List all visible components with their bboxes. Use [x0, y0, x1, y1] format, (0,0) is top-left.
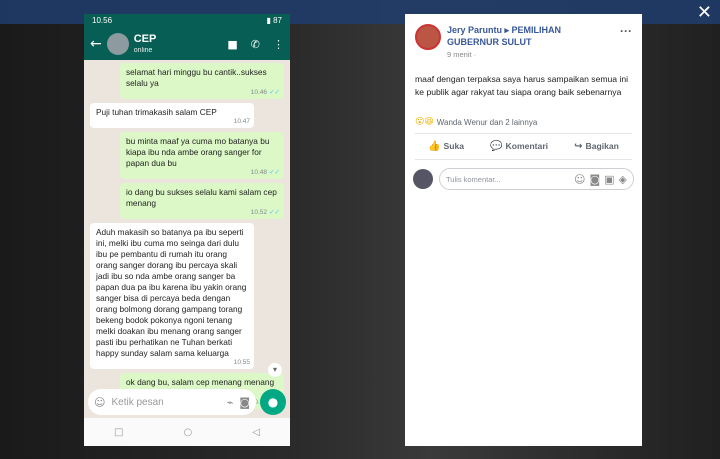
post-timestamp[interactable]: 9 menit · [447, 50, 614, 59]
message-text: bu minta maaf ya cuma mo batanya bu kiap… [126, 136, 270, 168]
message-bubble[interactable]: selamat hari minggu bu cantik..sukses se… [120, 63, 284, 99]
post-body: maaf dengan terpaksa saya harus sampaika… [415, 74, 629, 97]
viewer-avatar [413, 169, 433, 189]
share-button[interactable]: ↪ Bagikan [574, 141, 619, 152]
facebook-post: Jery Paruntu ▸ PEMILIHAN GUBERNUR SULUT … [405, 14, 642, 446]
avatar[interactable] [106, 33, 129, 55]
emoji-icon[interactable]: ☺ [94, 396, 105, 409]
message-input-placeholder[interactable]: Ketik pesan [111, 397, 220, 408]
comment-input-placeholder[interactable]: Tulis komentar... [446, 175, 570, 184]
chat-header: ← CEP online ■ ✆ ⋮ [84, 28, 290, 60]
gif-icon[interactable]: ▣ [604, 173, 614, 186]
home-icon[interactable]: ○ [184, 427, 193, 438]
like-label: Suka [443, 141, 465, 151]
message-time: 10.46 [251, 87, 280, 98]
status-battery: ▮ 87 [266, 16, 282, 25]
status-time: 10.56 [92, 16, 113, 25]
message-input[interactable]: ☺ Ketik pesan ⌁ ◙ [88, 389, 256, 415]
comment-button[interactable]: 💬 Komentari [490, 141, 548, 152]
android-nav-bar: □ ○ ◁ [84, 418, 290, 446]
post-actions: 👍 Suka 💬 Komentari ↪ Bagikan [415, 134, 632, 160]
emoji-icon[interactable]: ☺ [574, 173, 585, 186]
scroll-down-icon[interactable]: ▾ [268, 363, 282, 377]
back-nav-icon[interactable]: ◁ [252, 427, 260, 438]
message-text: selamat hari minggu bu cantik..sukses se… [126, 67, 267, 88]
message-time: 10.52 [251, 207, 280, 218]
message-bubble[interactable]: bu minta maaf ya cuma mo batanya bu kiap… [120, 132, 284, 179]
phone-icon[interactable]: ✆ [251, 38, 260, 51]
message-text: Aduh makasih so batanya pa ibu seperti i… [96, 227, 247, 358]
close-icon[interactable]: ✕ [697, 2, 712, 23]
camera-icon[interactable]: ◙ [239, 396, 250, 409]
message-time: 10.48 [251, 167, 280, 178]
comment-input[interactable]: Tulis komentar... ☺ ◙ ▣ ◈ [439, 168, 634, 190]
message-bubble[interactable]: Puji tuhan trimakasih salam CEP 10.47 [90, 103, 254, 128]
share-label: Bagikan [585, 141, 619, 151]
post-meta: Jery Paruntu ▸ PEMILIHAN GUBERNUR SULUT … [447, 24, 614, 59]
author-name[interactable]: Jery Paruntu ▸ PEMILIHAN GUBERNUR SULUT [447, 24, 614, 48]
reaction-icons: 😮😆 [415, 117, 434, 127]
composer: ☺ Ketik pesan ⌁ ◙ ● [88, 388, 286, 416]
recents-icon[interactable]: □ [114, 427, 123, 438]
message-text: Puji tuhan trimakasih salam CEP [96, 107, 217, 117]
chat-title[interactable]: CEP online [133, 33, 215, 55]
message-time: 10.55 [233, 359, 250, 366]
video-call-icon[interactable]: ■ [227, 38, 237, 51]
message-list: selamat hari minggu bu cantik..sukses se… [84, 60, 290, 409]
microphone-icon[interactable]: ● [260, 389, 286, 415]
camera-icon[interactable]: ◙ [589, 173, 600, 186]
reactions-text[interactable]: Wanda Wenur dan 2 lainnya [437, 118, 538, 127]
reactions-summary[interactable]: 😮😆 Wanda Wenur dan 2 lainnya [415, 117, 632, 134]
message-time: 10.47 [233, 118, 250, 125]
comment-icon: 💬 [490, 141, 503, 152]
author-avatar[interactable] [415, 24, 441, 50]
whatsapp-screenshot: 10.56 ▮ 87 ← CEP online ■ ✆ ⋮ selamat ha… [84, 14, 290, 446]
post-header: Jery Paruntu ▸ PEMILIHAN GUBERNUR SULUT … [405, 14, 642, 59]
more-options-icon[interactable]: ··· [620, 24, 632, 59]
thumbs-up-icon: 👍 [428, 141, 441, 152]
contact-name: CEP [133, 33, 157, 45]
comment-label: Komentari [505, 141, 549, 151]
message-bubble[interactable]: io dang bu sukses selalu kami salam cep … [120, 183, 284, 219]
sticker-icon[interactable]: ◈ [619, 173, 627, 186]
status-bar: 10.56 ▮ 87 [84, 14, 290, 28]
share-icon: ↪ [574, 141, 583, 152]
attach-icon[interactable]: ⌁ [227, 396, 234, 409]
like-button[interactable]: 👍 Suka [428, 141, 464, 152]
message-bubble[interactable]: Aduh makasih so batanya pa ibu seperti i… [90, 223, 254, 369]
contact-status: online [133, 47, 153, 54]
more-vert-icon[interactable]: ⋮ [273, 38, 284, 51]
message-text: io dang bu sukses selalu kami salam cep … [126, 187, 277, 208]
comment-composer: Tulis komentar... ☺ ◙ ▣ ◈ [405, 160, 642, 198]
back-arrow-icon[interactable]: ← [90, 36, 102, 52]
